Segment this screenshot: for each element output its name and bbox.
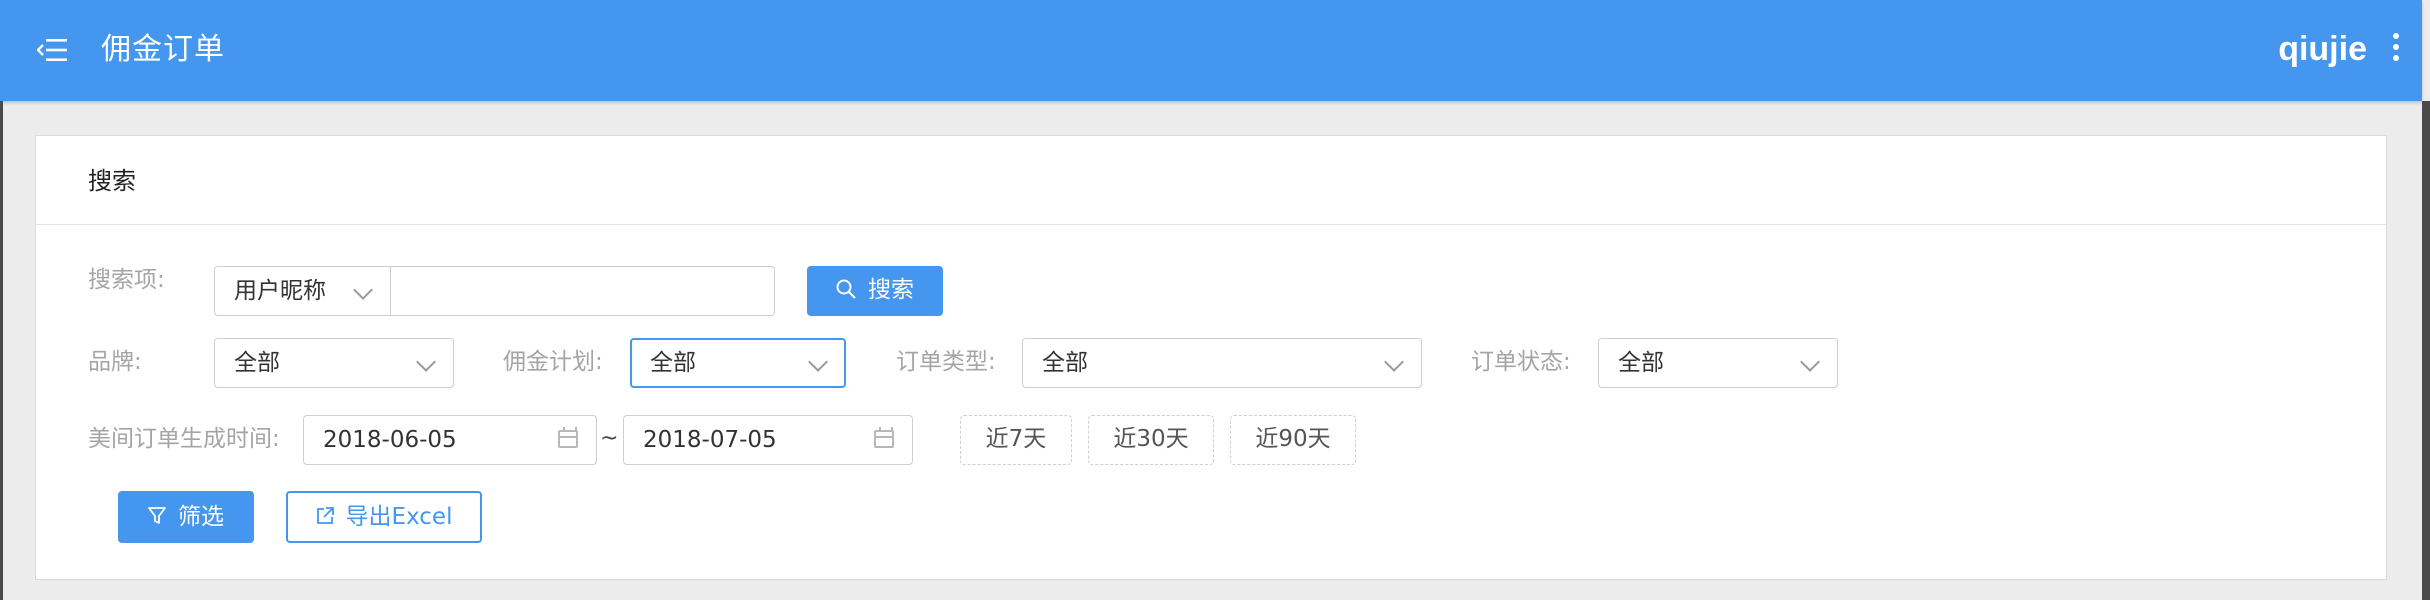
search-field-select[interactable]: 用户昵称 <box>214 266 391 316</box>
user-name[interactable]: qiujie <box>2278 25 2367 73</box>
search-panel: 搜索 搜索项: 用户昵称 搜索 品牌: 全部 佣金计划: 全部 订单类型: 全部… <box>35 135 2387 580</box>
quick-range-7d-button[interactable]: 近7天 <box>960 415 1072 465</box>
search-input[interactable] <box>390 266 775 316</box>
date-to-input[interactable]: 2018-07-05 <box>623 415 913 465</box>
search-item-label: 搜索项: <box>88 267 165 293</box>
filter-button[interactable]: 筛选 <box>118 491 254 543</box>
export-button-label: 导出Excel <box>345 504 453 530</box>
more-vertical-icon[interactable] <box>2392 33 2400 65</box>
date-from-value: 2018-06-05 <box>323 427 457 453</box>
search-button[interactable]: 搜索 <box>807 266 943 316</box>
date-separator: ~ <box>600 426 619 451</box>
order-status-value: 全部 <box>1618 350 1664 376</box>
filter-icon <box>148 506 166 524</box>
chevron-down-icon <box>416 352 436 372</box>
date-from-input[interactable]: 2018-06-05 <box>303 415 597 465</box>
quick-range-30d-button[interactable]: 近30天 <box>1088 415 1214 465</box>
page-title: 佣金订单 <box>101 32 225 67</box>
chevron-down-icon <box>1384 352 1404 372</box>
export-icon <box>316 506 334 524</box>
panel-title: 搜索 <box>88 167 136 195</box>
order-status-select[interactable]: 全部 <box>1598 338 1838 388</box>
export-excel-button[interactable]: 导出Excel <box>286 491 482 543</box>
search-field-value: 用户昵称 <box>234 278 326 304</box>
chevron-down-icon <box>353 280 373 300</box>
order-time-label: 美间订单生成时间: <box>88 426 280 452</box>
order-type-value: 全部 <box>1042 350 1088 376</box>
quick-range-90d-button[interactable]: 近90天 <box>1230 415 1356 465</box>
menu-toggle-icon[interactable] <box>37 38 67 62</box>
search-icon <box>836 279 856 299</box>
brand-select[interactable]: 全部 <box>214 338 454 388</box>
app-header: 佣金订单 qiujie <box>0 0 2422 101</box>
left-border <box>0 101 3 600</box>
chevron-down-icon <box>808 352 828 372</box>
chevron-down-icon <box>1800 352 1820 372</box>
commission-plan-value: 全部 <box>650 350 696 376</box>
filter-button-label: 筛选 <box>178 504 224 530</box>
panel-header: 搜索 <box>36 136 2386 225</box>
order-type-select[interactable]: 全部 <box>1022 338 1422 388</box>
search-button-label: 搜索 <box>868 277 914 303</box>
commission-plan-select[interactable]: 全部 <box>630 338 846 388</box>
brand-value: 全部 <box>234 350 280 376</box>
right-border <box>2422 101 2430 600</box>
calendar-icon <box>874 427 894 448</box>
order-status-label: 订单状态: <box>1471 349 1571 375</box>
order-type-label: 订单类型: <box>896 349 996 375</box>
brand-label: 品牌: <box>88 349 142 375</box>
calendar-icon <box>558 427 578 448</box>
date-to-value: 2018-07-05 <box>643 427 777 453</box>
commission-plan-label: 佣金计划: <box>503 349 603 375</box>
